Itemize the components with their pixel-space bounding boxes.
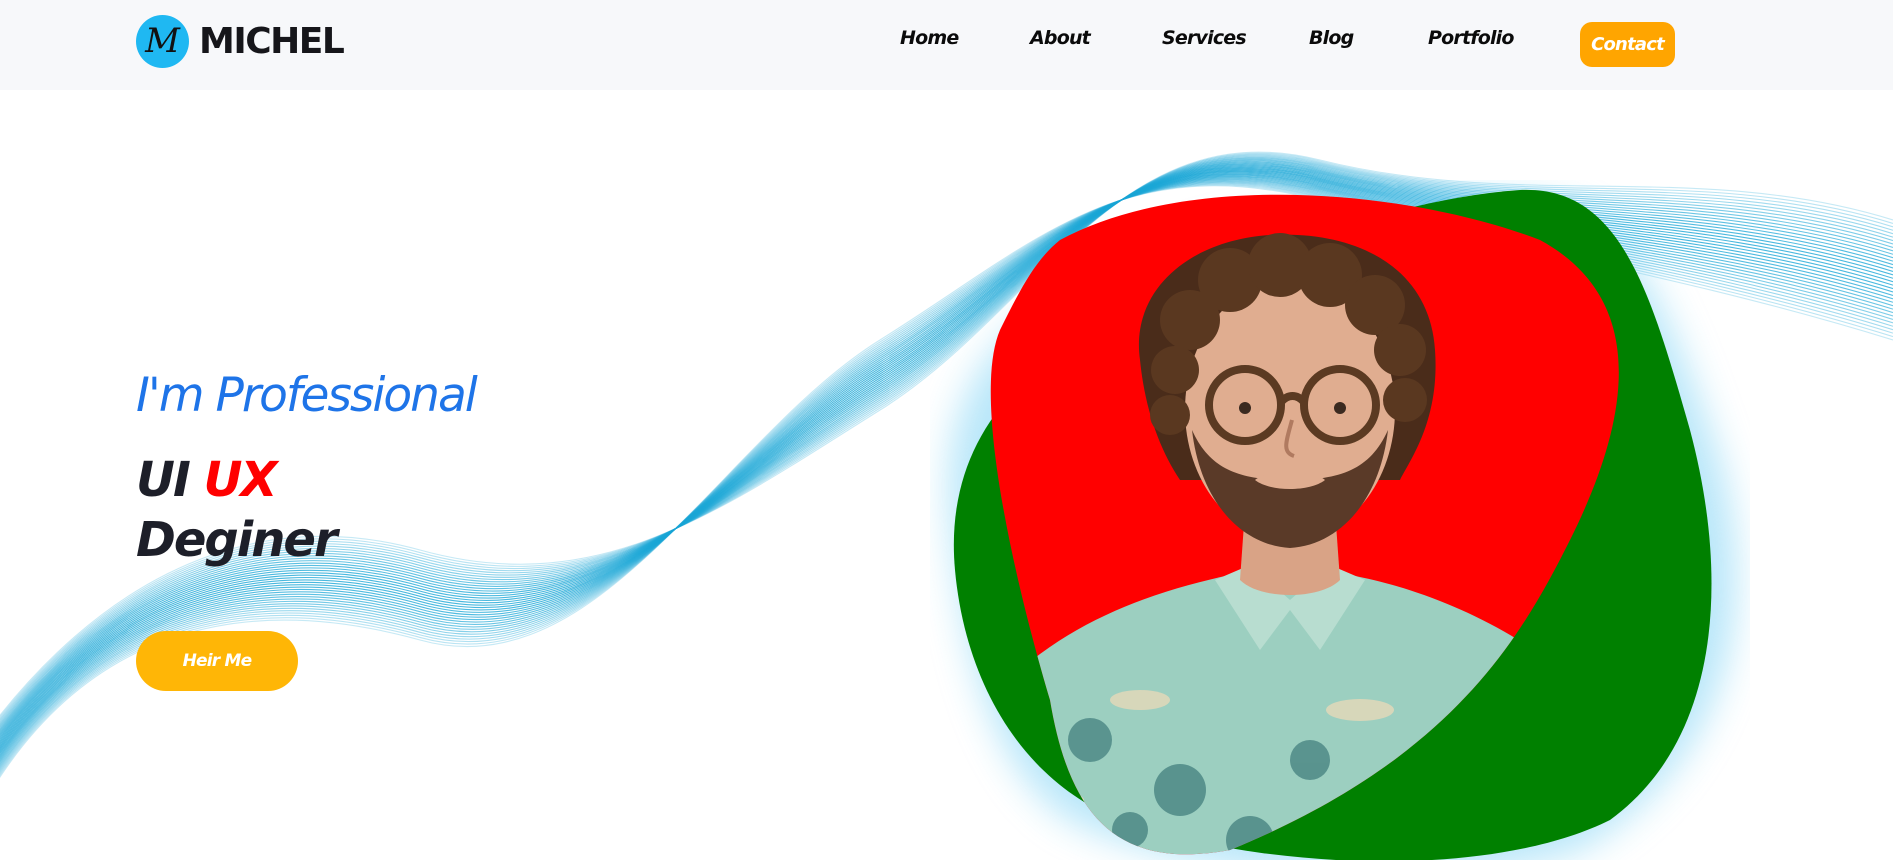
hero-title-line2: Deginer bbox=[136, 512, 338, 568]
nav-link-portfolio[interactable]: Portfolio bbox=[1428, 27, 1514, 49]
portrait-illustration bbox=[949, 189, 1737, 860]
nav-link-blog[interactable]: Blog bbox=[1309, 27, 1354, 49]
hero-title: UI UX Deginer bbox=[136, 450, 338, 570]
hero-subtitle: I'm Professional bbox=[136, 368, 478, 423]
nav-link-home[interactable]: Home bbox=[900, 27, 959, 49]
nav-link-services[interactable]: Services bbox=[1162, 27, 1247, 49]
brand-logo-letter: M bbox=[145, 21, 180, 61]
navbar: M MICHEL Home About Services Blog Portfo… bbox=[0, 0, 1893, 90]
brand-name: MICHEL bbox=[199, 20, 345, 62]
hero-title-part1: UI bbox=[136, 452, 204, 508]
letter-m-badge-icon: M bbox=[136, 14, 189, 68]
nav-link-about[interactable]: About bbox=[1030, 27, 1091, 49]
hero-title-accent: UX bbox=[203, 452, 278, 508]
brand-logo[interactable]: M MICHEL bbox=[136, 14, 345, 68]
contact-button[interactable]: Contact bbox=[1580, 22, 1675, 67]
hire-me-button[interactable]: Heir Me bbox=[136, 631, 298, 691]
